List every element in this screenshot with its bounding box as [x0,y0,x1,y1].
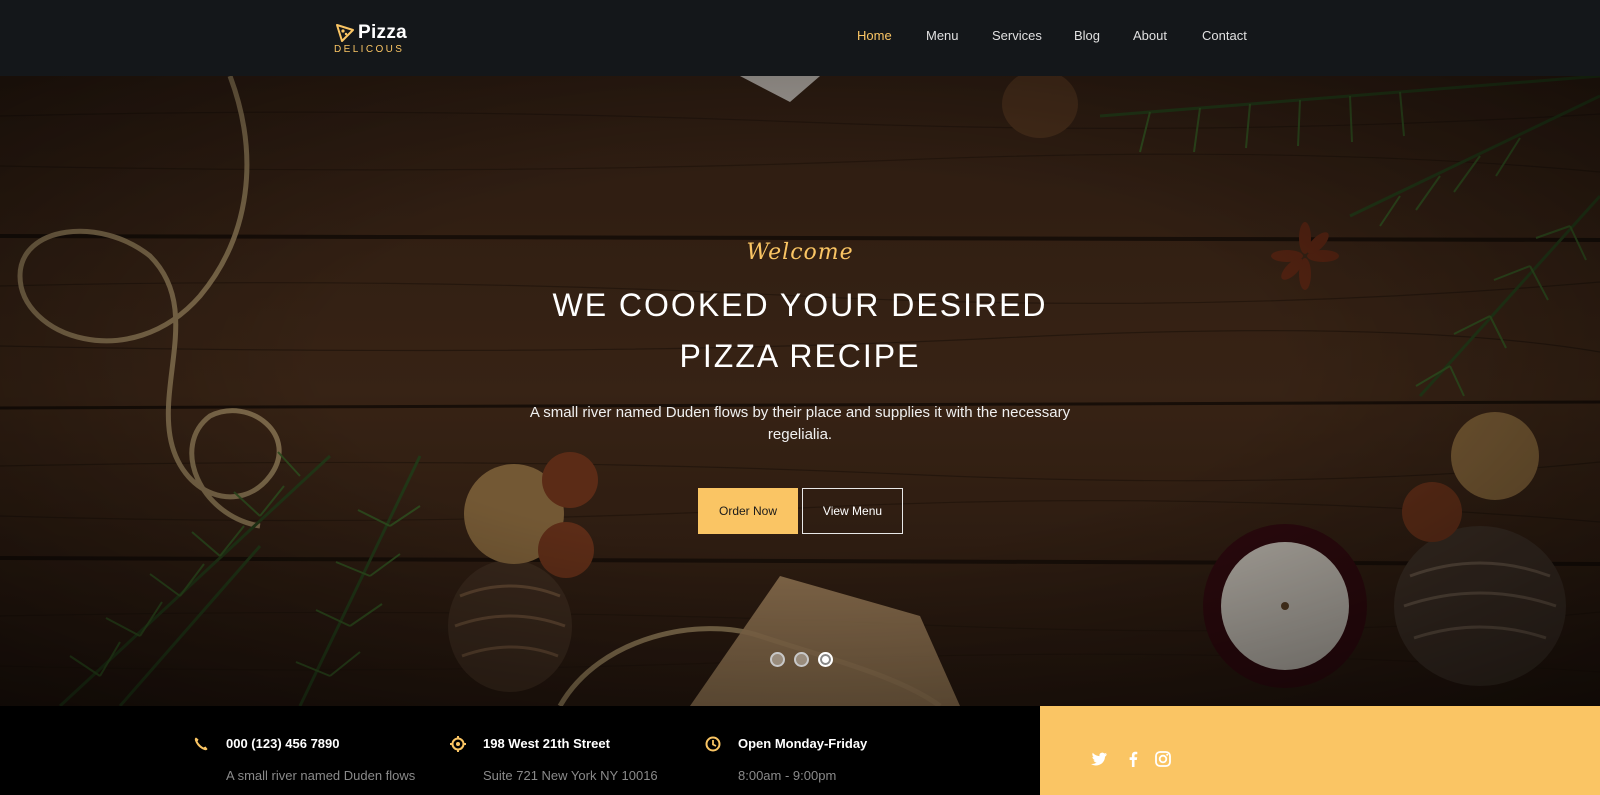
hours-days: Open Monday-Friday [738,736,868,751]
view-menu-button[interactable]: View Menu [802,488,903,534]
hero-overlay [0,76,1600,706]
nav-item-contact[interactable]: Contact [1202,28,1247,43]
order-now-button[interactable]: Order Now [698,488,798,534]
slider-dot-1[interactable] [770,652,785,667]
hero-title-line2: PIZZA RECIPE [679,338,921,374]
hero-welcome: Welcome [746,240,854,265]
hero-title: WE COOKED YOUR DESIRED PIZZA RECIPE [500,280,1100,382]
address-suite: Suite 721 New York NY 10016 [483,768,658,783]
clock-icon [705,736,721,752]
nav-item-about[interactable]: About [1133,28,1167,43]
twitter-icon[interactable] [1090,750,1108,768]
nav-item-blog[interactable]: Blog [1074,28,1100,43]
slider-dot-3[interactable] [818,652,833,667]
brand-subtitle: DELICOUS [334,44,405,55]
hero-title-line1: WE COOKED YOUR DESIRED [552,287,1048,323]
facebook-icon[interactable] [1124,750,1142,768]
instagram-icon[interactable] [1154,750,1172,768]
hero-description: A small river named Duden flows by their… [529,404,1071,443]
nav-item-menu[interactable]: Menu [926,28,959,43]
brand-logo[interactable]: Pizza DELICOUS [334,20,424,56]
slider-dot-2[interactable] [794,652,809,667]
brand-title: Pizza [358,22,408,43]
nav-item-home[interactable]: Home [857,28,892,43]
hero-slider: Welcome WE COOKED YOUR DESIRED PIZZA REC… [0,76,1600,706]
pizza-slice-icon [336,24,354,42]
phone-icon [194,737,208,751]
phone-description: A small river named Duden flows [226,768,416,783]
phone-number[interactable]: 000 (123) 456 7890 [226,736,339,751]
navbar: Pizza DELICOUS Home Menu Services Blog A… [0,0,1600,76]
nav-item-services[interactable]: Services [992,28,1042,43]
address-street: 198 West 21th Street [483,736,610,751]
hours-time: 8:00am - 9:00pm [738,768,837,783]
contact-info-bar: 000 (123) 456 7890 A small river named D… [0,706,1040,795]
social-links [1040,706,1600,795]
location-icon [450,736,466,752]
